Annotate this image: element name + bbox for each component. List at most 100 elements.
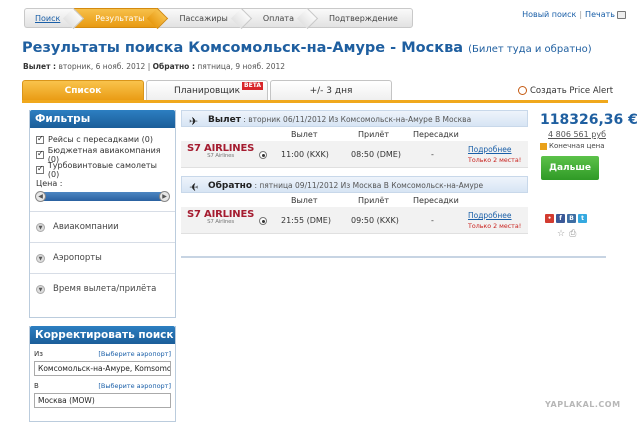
from-pick-airport-link[interactable]: [Выберите аэропорт] (98, 350, 171, 358)
to-field[interactable]: Москва (MOW) (34, 393, 171, 408)
price-slider[interactable]: ◀ ▶ (35, 191, 170, 202)
step-payment-label: Оплата (262, 14, 294, 23)
final-price-label: Конечная цена (549, 142, 605, 150)
new-search-link[interactable]: Новый поиск (522, 10, 576, 19)
step-passengers-label: Пассажиры (179, 14, 228, 23)
filter-turboprop-label: Турбовинтовые самолеты (0) (47, 160, 157, 179)
slider-left-handle[interactable]: ◀ (35, 191, 46, 202)
filters-title: Фильтры (30, 110, 175, 128)
from-field[interactable]: Комсомольск-на-Амуре, Komsomol (34, 361, 171, 376)
return-header: ✈ Обратно : пятница 09/11/2012 Из Москва… (181, 176, 528, 193)
result-divider (181, 256, 606, 258)
return-detail: : пятница 09/11/2012 Из Москва В Комсомо… (254, 181, 484, 190)
booking-steps: Поиск Результаты Пассажиры Оплата Подтве… (24, 8, 413, 28)
tab-planner[interactable]: Планировщик BETA (146, 80, 268, 101)
top-links: Новый поиск | Печать (522, 10, 626, 19)
tabs-underline (22, 100, 608, 103)
return-flight-row[interactable]: S7 AIRLINES S7 Airlines 21:55 (DME) 09:50… (181, 207, 528, 234)
accordion-airlines-label: Авиакомпании (53, 222, 119, 232)
col-depart: Вылет (291, 196, 318, 205)
correct-search-title: Корректировать поиск (30, 326, 175, 344)
star-icon[interactable]: ☆ (557, 229, 565, 239)
accordion-times[interactable]: ▼ Время вылета/прилёта (30, 273, 175, 304)
return-details-link[interactable]: Подробнее (468, 211, 512, 220)
outbound-seats-warning: Только 2 места! (468, 157, 522, 164)
col-depart: Вылет (291, 130, 318, 139)
outbound-details-link[interactable]: Подробнее (468, 145, 512, 154)
price-filter-label: Цена : (36, 179, 63, 188)
to-label: В (34, 382, 39, 390)
social-share: • f B t (545, 214, 587, 223)
slider-right-handle[interactable]: ▶ (159, 191, 170, 202)
checkbox-icon[interactable] (36, 164, 44, 174)
return-arrive-time: 09:50 (KXK) (351, 216, 399, 225)
filters-panel: Фильтры Рейсы с пересадками (0) Бюджетна… (29, 110, 176, 318)
step-confirmation: Подтверждение (307, 8, 413, 28)
flight-option: ✈ Вылет : вторник 06/11/2012 Из Комсомол… (181, 110, 528, 258)
outbound-title: Вылет (208, 115, 241, 125)
printer-icon[interactable] (617, 10, 626, 19)
checkbox-icon[interactable] (36, 149, 44, 159)
outbound-transfers: - (431, 150, 434, 159)
tab-list[interactable]: Список (22, 80, 144, 101)
filter-turboprop[interactable]: Турбовинтовые самолеты (0) (36, 160, 169, 179)
airline-logo: S7 AIRLINES S7 Airlines (187, 209, 254, 225)
trip-dates: Вылет : вторник, 6 нояб. 2012 | Обратно … (23, 62, 285, 71)
correct-search-panel: Корректировать поиск Из [Выберите аэропор… (29, 326, 176, 422)
chevron-down-icon: ▼ (36, 253, 45, 263)
share-icon[interactable]: • (545, 214, 554, 223)
tab-plus-minus-3-days[interactable]: +/- 3 дня (270, 80, 392, 101)
page-title-sub: (Билет туда и обратно) (468, 44, 592, 55)
return-date-label: Обратно : (152, 62, 195, 71)
return-seats-warning: Только 2 места! (468, 223, 522, 230)
step-results: Результаты (74, 8, 159, 28)
twitter-icon[interactable]: t (578, 214, 587, 223)
outbound-flight-row[interactable]: S7 AIRLINES S7 Airlines 11:00 (KXK) 08:50… (181, 141, 528, 168)
beta-badge: BETA (242, 82, 263, 90)
outbound-header: ✈ Вылет : вторник 06/11/2012 Из Комсомол… (181, 110, 528, 127)
final-price-note: Конечная цена (540, 142, 605, 150)
final-price-icon (540, 142, 547, 150)
from-label: Из (34, 350, 43, 358)
total-price-eur: 118326,36 € (540, 112, 638, 128)
outbound-column-headers: Вылет Прилёт Пересадки (181, 127, 528, 141)
step-search[interactable]: Поиск (24, 8, 75, 28)
return-date-value: пятница, 9 нояб. 2012 (197, 62, 286, 71)
tab-plus-minus-label: +/- 3 дня (309, 86, 353, 96)
filter-transfers-label: Рейсы с пересадками (0) (48, 135, 153, 144)
step-passengers: Пассажиры (158, 8, 242, 28)
airline-logo: S7 AIRLINES S7 Airlines (187, 143, 254, 159)
outbound-arrive-time: 08:50 (DME) (351, 150, 401, 159)
facebook-icon[interactable]: f (556, 214, 565, 223)
to-pick-airport-link[interactable]: [Выберите аэропорт] (98, 382, 171, 390)
accordion-airports-label: Аэропорты (53, 253, 102, 263)
step-confirmation-label: Подтверждение (328, 14, 398, 23)
outbound-depart-time: 11:00 (KXK) (281, 150, 329, 159)
next-button[interactable]: Дальше (541, 156, 599, 180)
vk-icon[interactable]: B (567, 214, 576, 223)
plane-return-icon: ✈ (189, 181, 199, 193)
print-link[interactable]: Печать (585, 10, 615, 19)
page-title: Результаты поиска Комсомольск-на-Амуре -… (22, 40, 592, 56)
accordion-airlines[interactable]: ▼ Авиакомпании (30, 211, 175, 242)
col-transfers: Пересадки (413, 130, 459, 139)
watermark: YAPLAKAL.COM (545, 400, 621, 409)
alarm-clock-icon (518, 86, 527, 95)
price-alert-link[interactable]: Создать Price Alert (518, 86, 613, 96)
outbound-radio[interactable] (259, 151, 267, 159)
outbound-detail: : вторник 06/11/2012 Из Комсомольск-на-А… (243, 115, 472, 124)
accordion-times-label: Время вылета/прилёта (53, 284, 157, 294)
result-tools: ☆ ⎙ (557, 229, 576, 239)
step-search-label[interactable]: Поиск (35, 14, 60, 23)
tab-list-label: Список (64, 86, 102, 96)
checkbox-icon[interactable] (36, 134, 44, 144)
print-icon[interactable]: ⎙ (569, 229, 576, 239)
chevron-down-icon: ▼ (36, 222, 45, 232)
return-radio[interactable] (259, 217, 267, 225)
accordion-airports[interactable]: ▼ Аэропорты (30, 242, 175, 273)
col-arrive: Прилёт (358, 130, 389, 139)
depart-date-label: Вылет : (23, 62, 57, 71)
page-title-main: Результаты поиска Комсомольск-на-Амуре -… (22, 40, 464, 56)
dates-separator: | (147, 62, 151, 71)
col-arrive: Прилёт (358, 196, 389, 205)
